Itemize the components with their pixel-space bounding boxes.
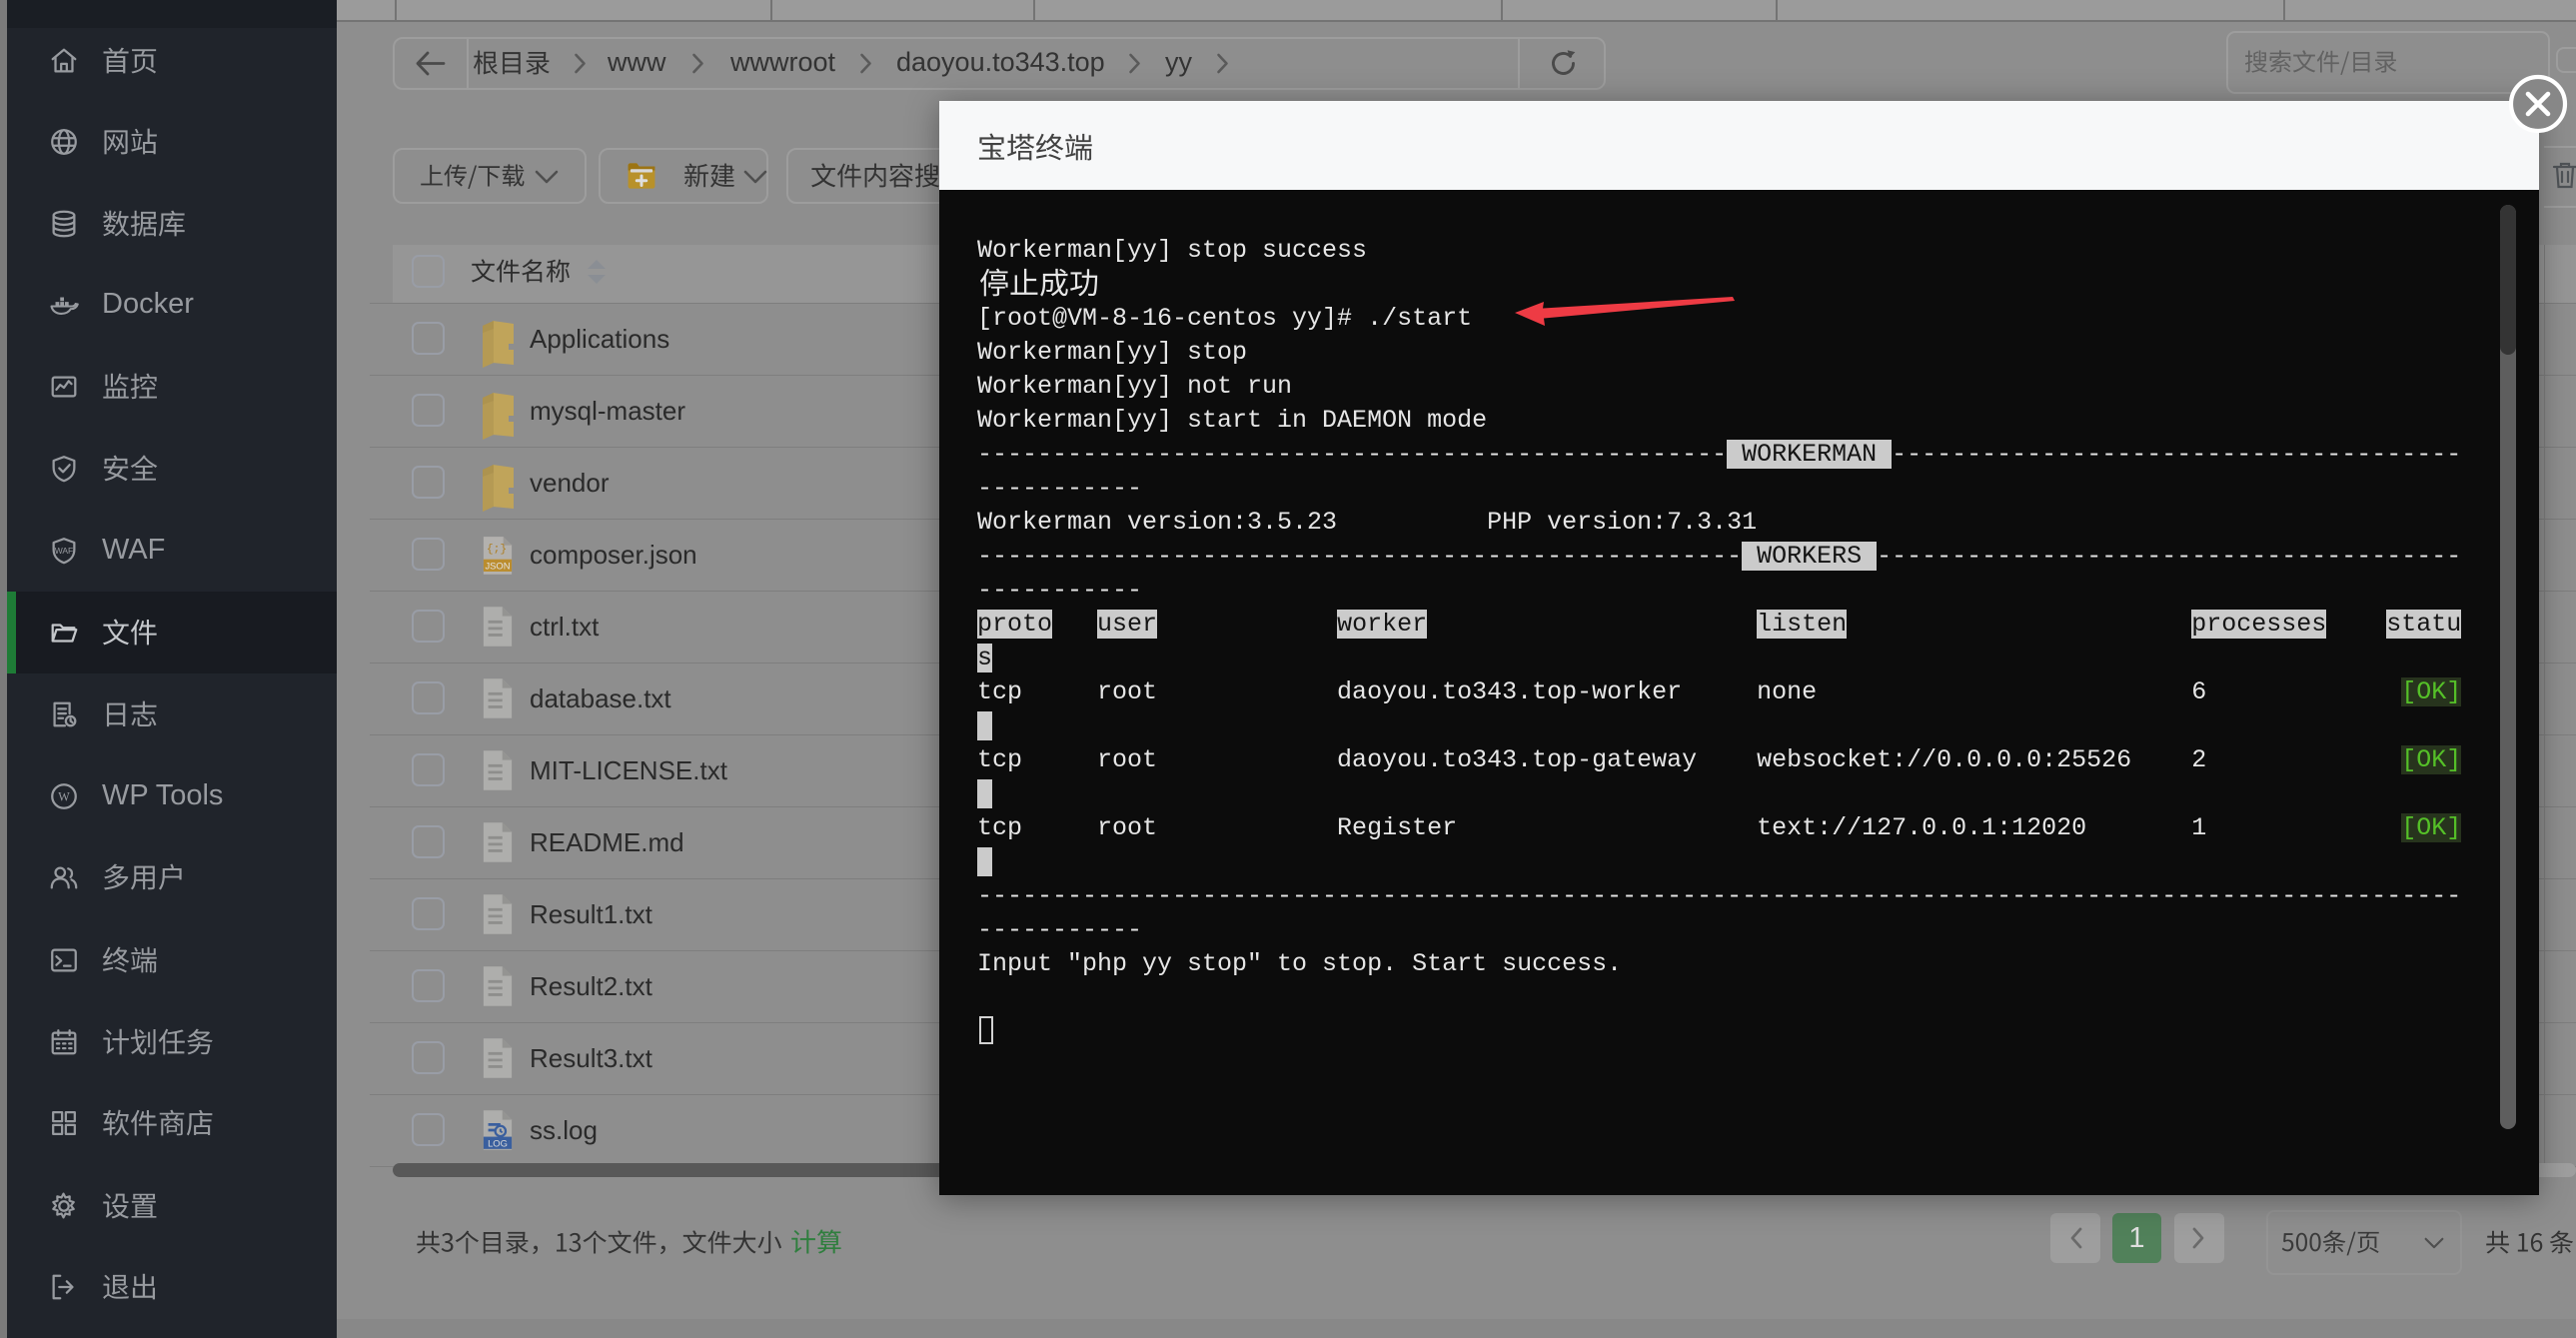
svg-text:LOG: LOG xyxy=(488,1137,508,1148)
svg-text:JSON: JSON xyxy=(485,561,510,572)
svg-text:WAF: WAF xyxy=(55,546,74,556)
svg-text:W: W xyxy=(58,790,70,804)
svg-text:{;}: {;} xyxy=(487,544,507,556)
